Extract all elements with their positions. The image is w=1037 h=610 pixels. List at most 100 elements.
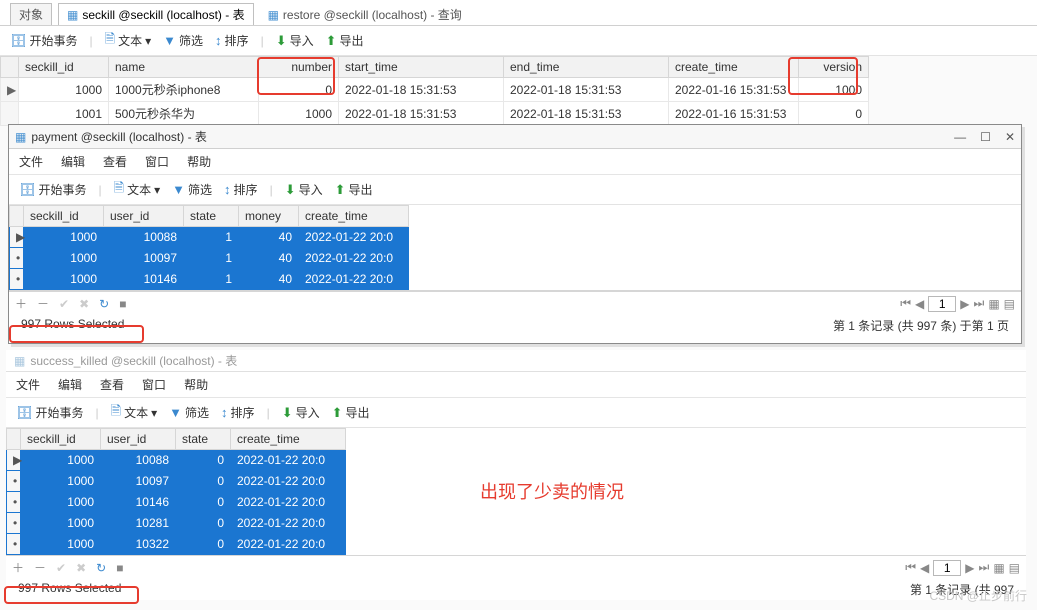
col-seckill-id[interactable]: seckill_id <box>24 206 104 227</box>
next-page-button[interactable]: ▶ <box>965 561 974 575</box>
cell[interactable]: 0 <box>176 513 231 534</box>
cell[interactable]: 2022-01-18 15:31:53 <box>504 78 669 102</box>
col-create-time[interactable]: create_time <box>231 429 346 450</box>
last-page-button[interactable]: ⏭ <box>974 296 985 311</box>
cell[interactable]: 1000 <box>21 492 101 513</box>
menu-edit[interactable]: 编辑 <box>58 376 82 393</box>
add-row-button[interactable]: ＋ <box>12 559 24 576</box>
delete-row-button[interactable]: － <box>37 295 49 312</box>
seckill-grid[interactable]: seckill_id name number start_time end_ti… <box>0 56 869 126</box>
col-number[interactable]: number <box>259 57 339 78</box>
cell[interactable]: 2022-01-18 15:31:53 <box>339 102 504 126</box>
import-button[interactable]: ⬇导入 <box>282 404 320 421</box>
cell[interactable]: 1 <box>184 248 239 269</box>
menu-help[interactable]: 帮助 <box>187 153 211 170</box>
cell[interactable]: 10088 <box>101 450 176 471</box>
cell[interactable]: 2022-01-16 15:31:53 <box>669 102 799 126</box>
menu-help[interactable]: 帮助 <box>184 376 208 393</box>
form-view-icon[interactable]: ▤ <box>1004 297 1015 311</box>
col-create-time[interactable]: create_time <box>299 206 409 227</box>
refresh-button[interactable]: ↻ <box>99 297 109 311</box>
start-transaction-button[interactable]: 🗄开始事务 <box>10 32 78 49</box>
table-row[interactable]: • 1000 10146 1 40 2022-01-22 20:0 <box>10 269 409 290</box>
menu-window[interactable]: 窗口 <box>145 153 169 170</box>
col-money[interactable]: money <box>239 206 299 227</box>
next-page-button[interactable]: ▶ <box>960 297 969 311</box>
col-seckill-id[interactable]: seckill_id <box>21 429 101 450</box>
table-row[interactable]: ▶ 1000 10088 0 2022-01-22 20:0 <box>7 450 346 471</box>
menu-file[interactable]: 文件 <box>16 376 40 393</box>
text-button[interactable]: 🗎文本 ▾ <box>111 402 158 424</box>
cell[interactable]: 1 <box>184 269 239 290</box>
cell[interactable]: 10097 <box>104 248 184 269</box>
menu-edit[interactable]: 编辑 <box>61 153 85 170</box>
col-state[interactable]: state <box>176 429 231 450</box>
text-button[interactable]: 🗎文本 ▾ <box>105 30 152 52</box>
cell[interactable]: 2022-01-22 20:0 <box>231 450 346 471</box>
cell[interactable]: 1000 <box>21 450 101 471</box>
table-row[interactable]: 1001 500元秒杀华为 1000 2022-01-18 15:31:53 2… <box>1 102 869 126</box>
cell[interactable]: 1001 <box>19 102 109 126</box>
col-create-time[interactable]: create_time <box>669 57 799 78</box>
cell[interactable]: 0 <box>176 450 231 471</box>
table-row[interactable]: ▶ 1000 10088 1 40 2022-01-22 20:0 <box>10 227 409 248</box>
cell[interactable]: 2022-01-22 20:0 <box>231 513 346 534</box>
cell[interactable]: 1000 <box>24 269 104 290</box>
cell[interactable]: 10322 <box>101 534 176 555</box>
grid-view-icon[interactable]: ▦ <box>988 297 999 311</box>
cell[interactable]: 2022-01-18 15:31:53 <box>504 102 669 126</box>
col-state[interactable]: state <box>184 206 239 227</box>
menu-view[interactable]: 查看 <box>103 153 127 170</box>
cell[interactable]: 10146 <box>101 492 176 513</box>
stop-button[interactable]: ■ <box>116 561 123 575</box>
maximize-button[interactable]: ☐ <box>980 130 991 144</box>
cell[interactable]: 1000元秒杀iphone8 <box>109 78 259 102</box>
cell[interactable]: 1000 <box>24 248 104 269</box>
cell[interactable]: 0 <box>259 78 339 102</box>
add-row-button[interactable]: ＋ <box>15 295 27 312</box>
tab-restore[interactable]: ▦ restore @seckill (localhost) - 查询 <box>260 4 470 25</box>
sort-button[interactable]: ↕排序 <box>224 181 258 198</box>
menu-view[interactable]: 查看 <box>100 376 124 393</box>
cancel-button[interactable]: ✖ <box>76 561 86 575</box>
sort-button[interactable]: ↕排序 <box>221 404 255 421</box>
cell[interactable]: 10088 <box>104 227 184 248</box>
cell[interactable]: 0 <box>176 492 231 513</box>
start-transaction-button[interactable]: 🗄开始事务 <box>19 181 87 198</box>
col-start-time[interactable]: start_time <box>339 57 504 78</box>
cell[interactable]: 1000 <box>21 513 101 534</box>
cell[interactable]: 10281 <box>101 513 176 534</box>
col-version[interactable]: version <box>799 57 869 78</box>
table-row[interactable]: • 1000 10281 0 2022-01-22 20:0 <box>7 513 346 534</box>
col-name[interactable]: name <box>109 57 259 78</box>
cell[interactable]: 2022-01-22 20:0 <box>231 492 346 513</box>
cell[interactable]: 2022-01-22 20:0 <box>231 534 346 555</box>
cell[interactable]: 2022-01-22 20:0 <box>299 227 409 248</box>
table-row[interactable]: • 1000 10322 0 2022-01-22 20:0 <box>7 534 346 555</box>
prev-page-button[interactable]: ◀ <box>915 297 924 311</box>
cell[interactable]: 0 <box>176 534 231 555</box>
cell[interactable]: 40 <box>239 269 299 290</box>
table-row[interactable]: • 1000 10097 0 2022-01-22 20:0 <box>7 471 346 492</box>
export-button[interactable]: ⬆导出 <box>326 32 364 49</box>
menu-window[interactable]: 窗口 <box>142 376 166 393</box>
export-button[interactable]: ⬆导出 <box>335 181 373 198</box>
col-user-id[interactable]: user_id <box>104 206 184 227</box>
start-transaction-button[interactable]: 🗄开始事务 <box>16 404 84 421</box>
filter-button[interactable]: ▼筛选 <box>169 404 209 421</box>
delete-row-button[interactable]: － <box>34 559 46 576</box>
import-button[interactable]: ⬇导入 <box>285 181 323 198</box>
table-row[interactable]: • 1000 10097 1 40 2022-01-22 20:0 <box>10 248 409 269</box>
tab-seckill[interactable]: ▦ seckill @seckill (localhost) - 表 <box>58 3 254 25</box>
cell[interactable]: 40 <box>239 248 299 269</box>
cell[interactable]: 1 <box>184 227 239 248</box>
stop-button[interactable]: ■ <box>119 297 126 311</box>
cell[interactable]: 1000 <box>19 78 109 102</box>
cancel-button[interactable]: ✖ <box>79 297 89 311</box>
last-page-button[interactable]: ⏭ <box>979 560 990 575</box>
sort-button[interactable]: ↕排序 <box>215 32 249 49</box>
tab-objects[interactable]: 对象 <box>10 3 52 25</box>
import-button[interactable]: ⬇导入 <box>276 32 314 49</box>
cell[interactable]: 2022-01-22 20:0 <box>231 471 346 492</box>
close-button[interactable]: ✕ <box>1005 130 1015 144</box>
